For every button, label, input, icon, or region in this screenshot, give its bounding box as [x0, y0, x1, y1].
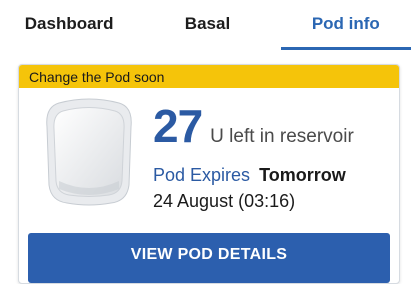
- change-pod-banner: Change the Pod soon: [19, 65, 399, 88]
- pod-info-card: Change the Pod soon 27 U left in reservo…: [18, 64, 400, 284]
- pod-expiry: Pod Expires Tomorrow: [153, 165, 346, 186]
- tab-basal[interactable]: Basal: [138, 0, 276, 52]
- pod-device-icon: [46, 98, 132, 206]
- tab-pod-info[interactable]: Pod info: [277, 0, 415, 52]
- reservoir-status: 27 U left in reservoir: [153, 103, 354, 149]
- reservoir-label: U left in reservoir: [210, 126, 354, 147]
- reservoir-units: 27: [153, 100, 203, 152]
- tab-dashboard[interactable]: Dashboard: [0, 0, 138, 52]
- expires-value: Tomorrow: [259, 165, 346, 185]
- expires-date: 24 August (03:16): [153, 191, 296, 211]
- tab-bar: Dashboard Basal Pod info: [0, 0, 415, 52]
- view-pod-details-button[interactable]: VIEW POD DETAILS: [28, 233, 390, 283]
- expires-label: Pod Expires: [153, 165, 251, 185]
